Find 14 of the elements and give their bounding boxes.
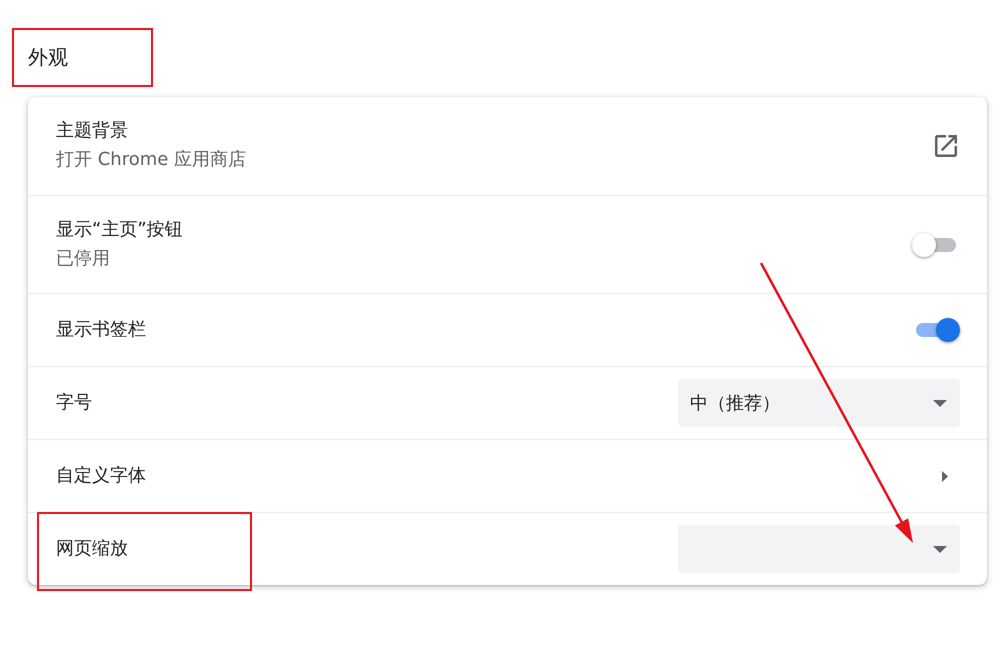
dropdown[interactable]: 中（推荐） <box>678 379 960 427</box>
setting-label: 显示书签栏 <box>56 318 147 342</box>
setting-description: 已停用 <box>56 246 111 270</box>
setting-label: 主题背景 <box>56 119 129 143</box>
caret-down-icon <box>933 546 947 552</box>
setting-label: 自定义字体 <box>56 464 147 488</box>
external-link-icon[interactable] <box>935 135 957 157</box>
setting-label: 网页缩放 <box>56 537 129 561</box>
setting-description: 打开 Chrome 应用商店 <box>56 148 248 172</box>
setting-label: 字号 <box>56 391 93 415</box>
setting-label: 显示“主页”按钮 <box>56 218 184 242</box>
caret-right-icon[interactable] <box>942 470 948 482</box>
section-title: 外观 <box>28 43 68 71</box>
caret-down-icon <box>933 400 947 406</box>
